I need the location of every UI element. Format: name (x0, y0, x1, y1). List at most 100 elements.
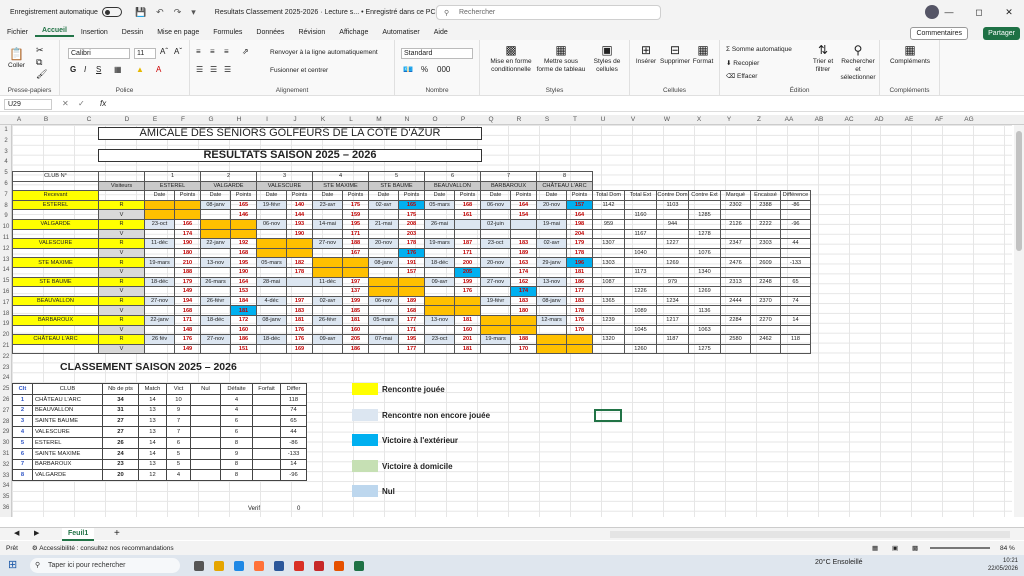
firefox-icon[interactable] (254, 560, 264, 571)
club-number[interactable]: 3 (256, 171, 313, 182)
summary-value[interactable]: 1260 (624, 343, 657, 355)
summary-value[interactable]: 14 (780, 314, 811, 326)
row-header[interactable]: 10 (0, 224, 12, 230)
row-header[interactable]: 12 (0, 246, 12, 252)
match-date[interactable]: 18-déc (200, 314, 231, 326)
match-date[interactable]: 19-févr (480, 295, 511, 307)
match-points[interactable]: 184 (230, 295, 257, 307)
summary-value[interactable] (624, 314, 657, 326)
match-date[interactable] (200, 209, 231, 220)
standings-value[interactable]: 9 (220, 447, 253, 460)
standings-value[interactable]: 4 (12, 426, 33, 438)
standings-header[interactable]: Clt (12, 383, 33, 395)
cut-icon[interactable]: ✂ (36, 46, 44, 55)
row-header[interactable]: 27 (0, 408, 12, 414)
row-header[interactable]: 14 (0, 267, 12, 273)
match-points[interactable]: 157 (398, 266, 425, 278)
match-points[interactable]: 189 (510, 247, 537, 259)
match-date[interactable]: 02-avr (368, 199, 399, 211)
orientation-icon[interactable]: ⇗ (242, 48, 249, 56)
column-header[interactable]: B (26, 115, 66, 125)
match-points[interactable]: 161 (454, 209, 481, 220)
match-points[interactable]: 193 (286, 218, 313, 230)
match-points[interactable] (454, 295, 481, 307)
visitor-club[interactable]: BEAUVALLON (424, 180, 481, 192)
club-number[interactable]: 8 (536, 171, 593, 182)
summary-value[interactable] (720, 286, 751, 297)
summary-header[interactable]: Contre Dom (656, 190, 689, 201)
match-date[interactable] (480, 209, 511, 220)
match-date[interactable] (200, 218, 231, 230)
summary-value[interactable]: 2303 (750, 238, 781, 249)
summary-value[interactable] (656, 286, 689, 297)
match-points[interactable]: 192 (230, 238, 257, 249)
rv-marker[interactable]: V (98, 324, 145, 336)
row-header[interactable]: 7 (0, 192, 12, 198)
summary-value[interactable] (656, 228, 689, 240)
match-date[interactable] (256, 343, 287, 355)
match-points[interactable] (286, 286, 313, 297)
column-header[interactable]: W (650, 115, 684, 125)
summary-value[interactable] (688, 314, 721, 326)
scroll-thumb[interactable] (1016, 131, 1022, 251)
match-points[interactable]: 183 (510, 238, 537, 249)
match-date[interactable] (480, 343, 511, 355)
match-date[interactable]: 05-mars (256, 257, 287, 268)
match-points[interactable]: 164 (566, 209, 593, 220)
row-header[interactable]: 4 (0, 159, 12, 165)
points-header[interactable]: Points (398, 190, 425, 201)
autosum-button[interactable]: Σ Somme automatique (726, 46, 792, 54)
match-date[interactable] (536, 247, 567, 259)
blank[interactable] (98, 190, 145, 201)
summary-value[interactable] (720, 324, 751, 336)
date-header[interactable]: Date (144, 190, 175, 201)
row-header[interactable]: 11 (0, 235, 12, 241)
match-date[interactable]: 08-janv (368, 257, 399, 268)
match-points[interactable]: 181 (342, 314, 369, 326)
match-points[interactable]: 181 (286, 314, 313, 326)
summary-value[interactable] (592, 305, 625, 316)
match-points[interactable]: 177 (566, 286, 593, 297)
summary-value[interactable]: 979 (656, 276, 689, 288)
align-left-icon[interactable]: ☰ (196, 66, 203, 74)
column-header[interactable]: N (392, 115, 422, 125)
match-points[interactable]: 191 (398, 257, 425, 268)
standings-value[interactable]: 65 (280, 415, 307, 428)
row-header[interactable]: 1 (0, 127, 12, 133)
menu-10[interactable]: Aide (427, 29, 455, 36)
summary-value[interactable]: 2313 (720, 276, 751, 288)
match-date[interactable] (424, 343, 455, 355)
summary-value[interactable]: 1320 (592, 334, 625, 345)
match-date[interactable] (144, 247, 175, 259)
match-date[interactable] (368, 305, 399, 316)
standings-value[interactable]: -96 (280, 469, 307, 482)
match-date[interactable]: 23-oct (144, 218, 175, 230)
match-date[interactable]: 27-nov (200, 334, 231, 345)
menu-7[interactable]: Révision (291, 29, 332, 36)
rv-marker[interactable]: R (98, 314, 145, 326)
summary-value[interactable] (750, 209, 781, 220)
standings-value[interactable]: 5 (12, 436, 33, 449)
points-header[interactable]: Points (454, 190, 481, 201)
match-date[interactable] (256, 305, 287, 316)
standings-value[interactable] (190, 458, 221, 471)
column-header[interactable]: AB (804, 115, 834, 125)
italic-icon[interactable]: I (84, 66, 86, 74)
cell-styles-button[interactable]: ▣ Styles de cellules (588, 42, 626, 74)
match-points[interactable]: 171 (398, 324, 425, 336)
standings-value[interactable]: 6 (12, 447, 33, 460)
weather[interactable]: 20°C Ensoleillé (815, 559, 863, 566)
match-date[interactable]: 20-nov (480, 257, 511, 268)
match-points[interactable]: 146 (230, 209, 257, 220)
rv-marker[interactable]: V (98, 247, 145, 259)
match-date[interactable] (200, 286, 231, 297)
align-center-icon[interactable]: ☰ (210, 66, 217, 74)
match-date[interactable] (312, 266, 343, 278)
summary-value[interactable] (780, 247, 811, 259)
cancel-icon[interactable]: ✕ (62, 99, 69, 108)
match-points[interactable]: 186 (230, 334, 257, 345)
match-date[interactable] (536, 334, 567, 345)
match-points[interactable]: 179 (174, 276, 201, 288)
match-points[interactable]: 160 (454, 324, 481, 336)
match-date[interactable]: 09-avr (312, 334, 343, 345)
